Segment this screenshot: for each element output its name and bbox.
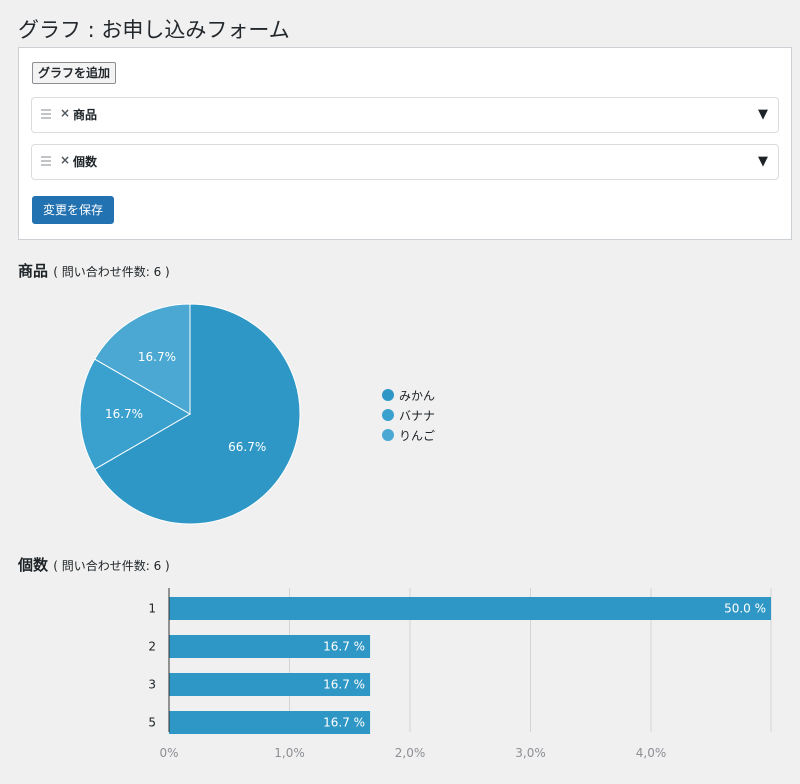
pie-legend: みかん バナナ りんご <box>382 385 435 445</box>
legend-item: りんご <box>382 425 435 445</box>
section-count-text: ( 問い合わせ件数: 6 ) <box>53 559 170 573</box>
section-title-text: 商品 <box>18 262 49 280</box>
remove-icon[interactable]: × <box>60 153 70 167</box>
pie-slice-label: 66.7% <box>228 440 266 454</box>
y-category-label: 5 <box>148 716 156 730</box>
x-tick-label: 3,0% <box>515 746 546 760</box>
drag-handle-icon[interactable] <box>41 109 51 121</box>
bar-value-label: 16.7 % <box>323 640 365 654</box>
x-tick-label: 4,0% <box>636 746 667 760</box>
legend-swatch <box>382 389 394 401</box>
save-changes-button[interactable]: 変更を保存 <box>32 196 115 224</box>
legend-label: バナナ <box>399 408 436 423</box>
legend-label: みかん <box>399 388 436 403</box>
bar-value-label: 50.0 % <box>724 602 766 616</box>
bar <box>169 597 771 620</box>
y-category-label: 2 <box>148 640 156 654</box>
pie-chart: 66.7% 16.7% 16.7% <box>79 303 301 525</box>
legend-item: バナナ <box>382 405 435 425</box>
x-tick-label: 0% <box>159 746 178 760</box>
field-row-product[interactable]: × 商品 ▼ <box>31 97 779 133</box>
graph-settings-panel: グラフを追加 × 商品 ▼ × 個数 ▼ 変更を保存 <box>18 47 792 240</box>
x-tick-label: 1,0% <box>274 746 305 760</box>
y-category-label: 1 <box>148 602 156 616</box>
add-graph-button[interactable]: グラフを追加 <box>32 62 117 84</box>
x-tick-label: 2,0% <box>395 746 426 760</box>
section-title-quantity: 個数 ( 問い合わせ件数: 6 ) <box>18 554 170 575</box>
bar-value-label: 16.7 % <box>323 716 365 730</box>
page-title: グラフ : お申し込みフォーム <box>18 18 290 42</box>
section-title-text: 個数 <box>18 556 49 574</box>
chevron-down-icon[interactable]: ▼ <box>758 107 768 122</box>
bar-value-label: 16.7 % <box>323 678 365 692</box>
pie-slice-label: 16.7% <box>105 407 143 421</box>
remove-icon[interactable]: × <box>60 106 70 120</box>
legend-label: りんご <box>399 428 436 443</box>
section-count-text: ( 問い合わせ件数: 6 ) <box>53 265 170 279</box>
field-row-quantity[interactable]: × 個数 ▼ <box>31 144 779 180</box>
y-category-label: 3 <box>148 678 156 692</box>
field-label: 個数 <box>73 155 98 169</box>
section-title-product: 商品 ( 問い合わせ件数: 6 ) <box>18 260 170 281</box>
chevron-down-icon[interactable]: ▼ <box>758 154 768 169</box>
bar-chart: 0% 1,0% 2,0% 3,0% 4,0% 1 50.0 % 2 16.7 % 3 16.7 % 5… <box>148 588 772 760</box>
legend-swatch <box>382 409 394 421</box>
legend-swatch <box>382 429 394 441</box>
pie-slice-label: 16.7% <box>138 350 176 364</box>
legend-item: みかん <box>382 385 435 405</box>
drag-handle-icon[interactable] <box>41 156 51 168</box>
field-label: 商品 <box>73 108 98 122</box>
